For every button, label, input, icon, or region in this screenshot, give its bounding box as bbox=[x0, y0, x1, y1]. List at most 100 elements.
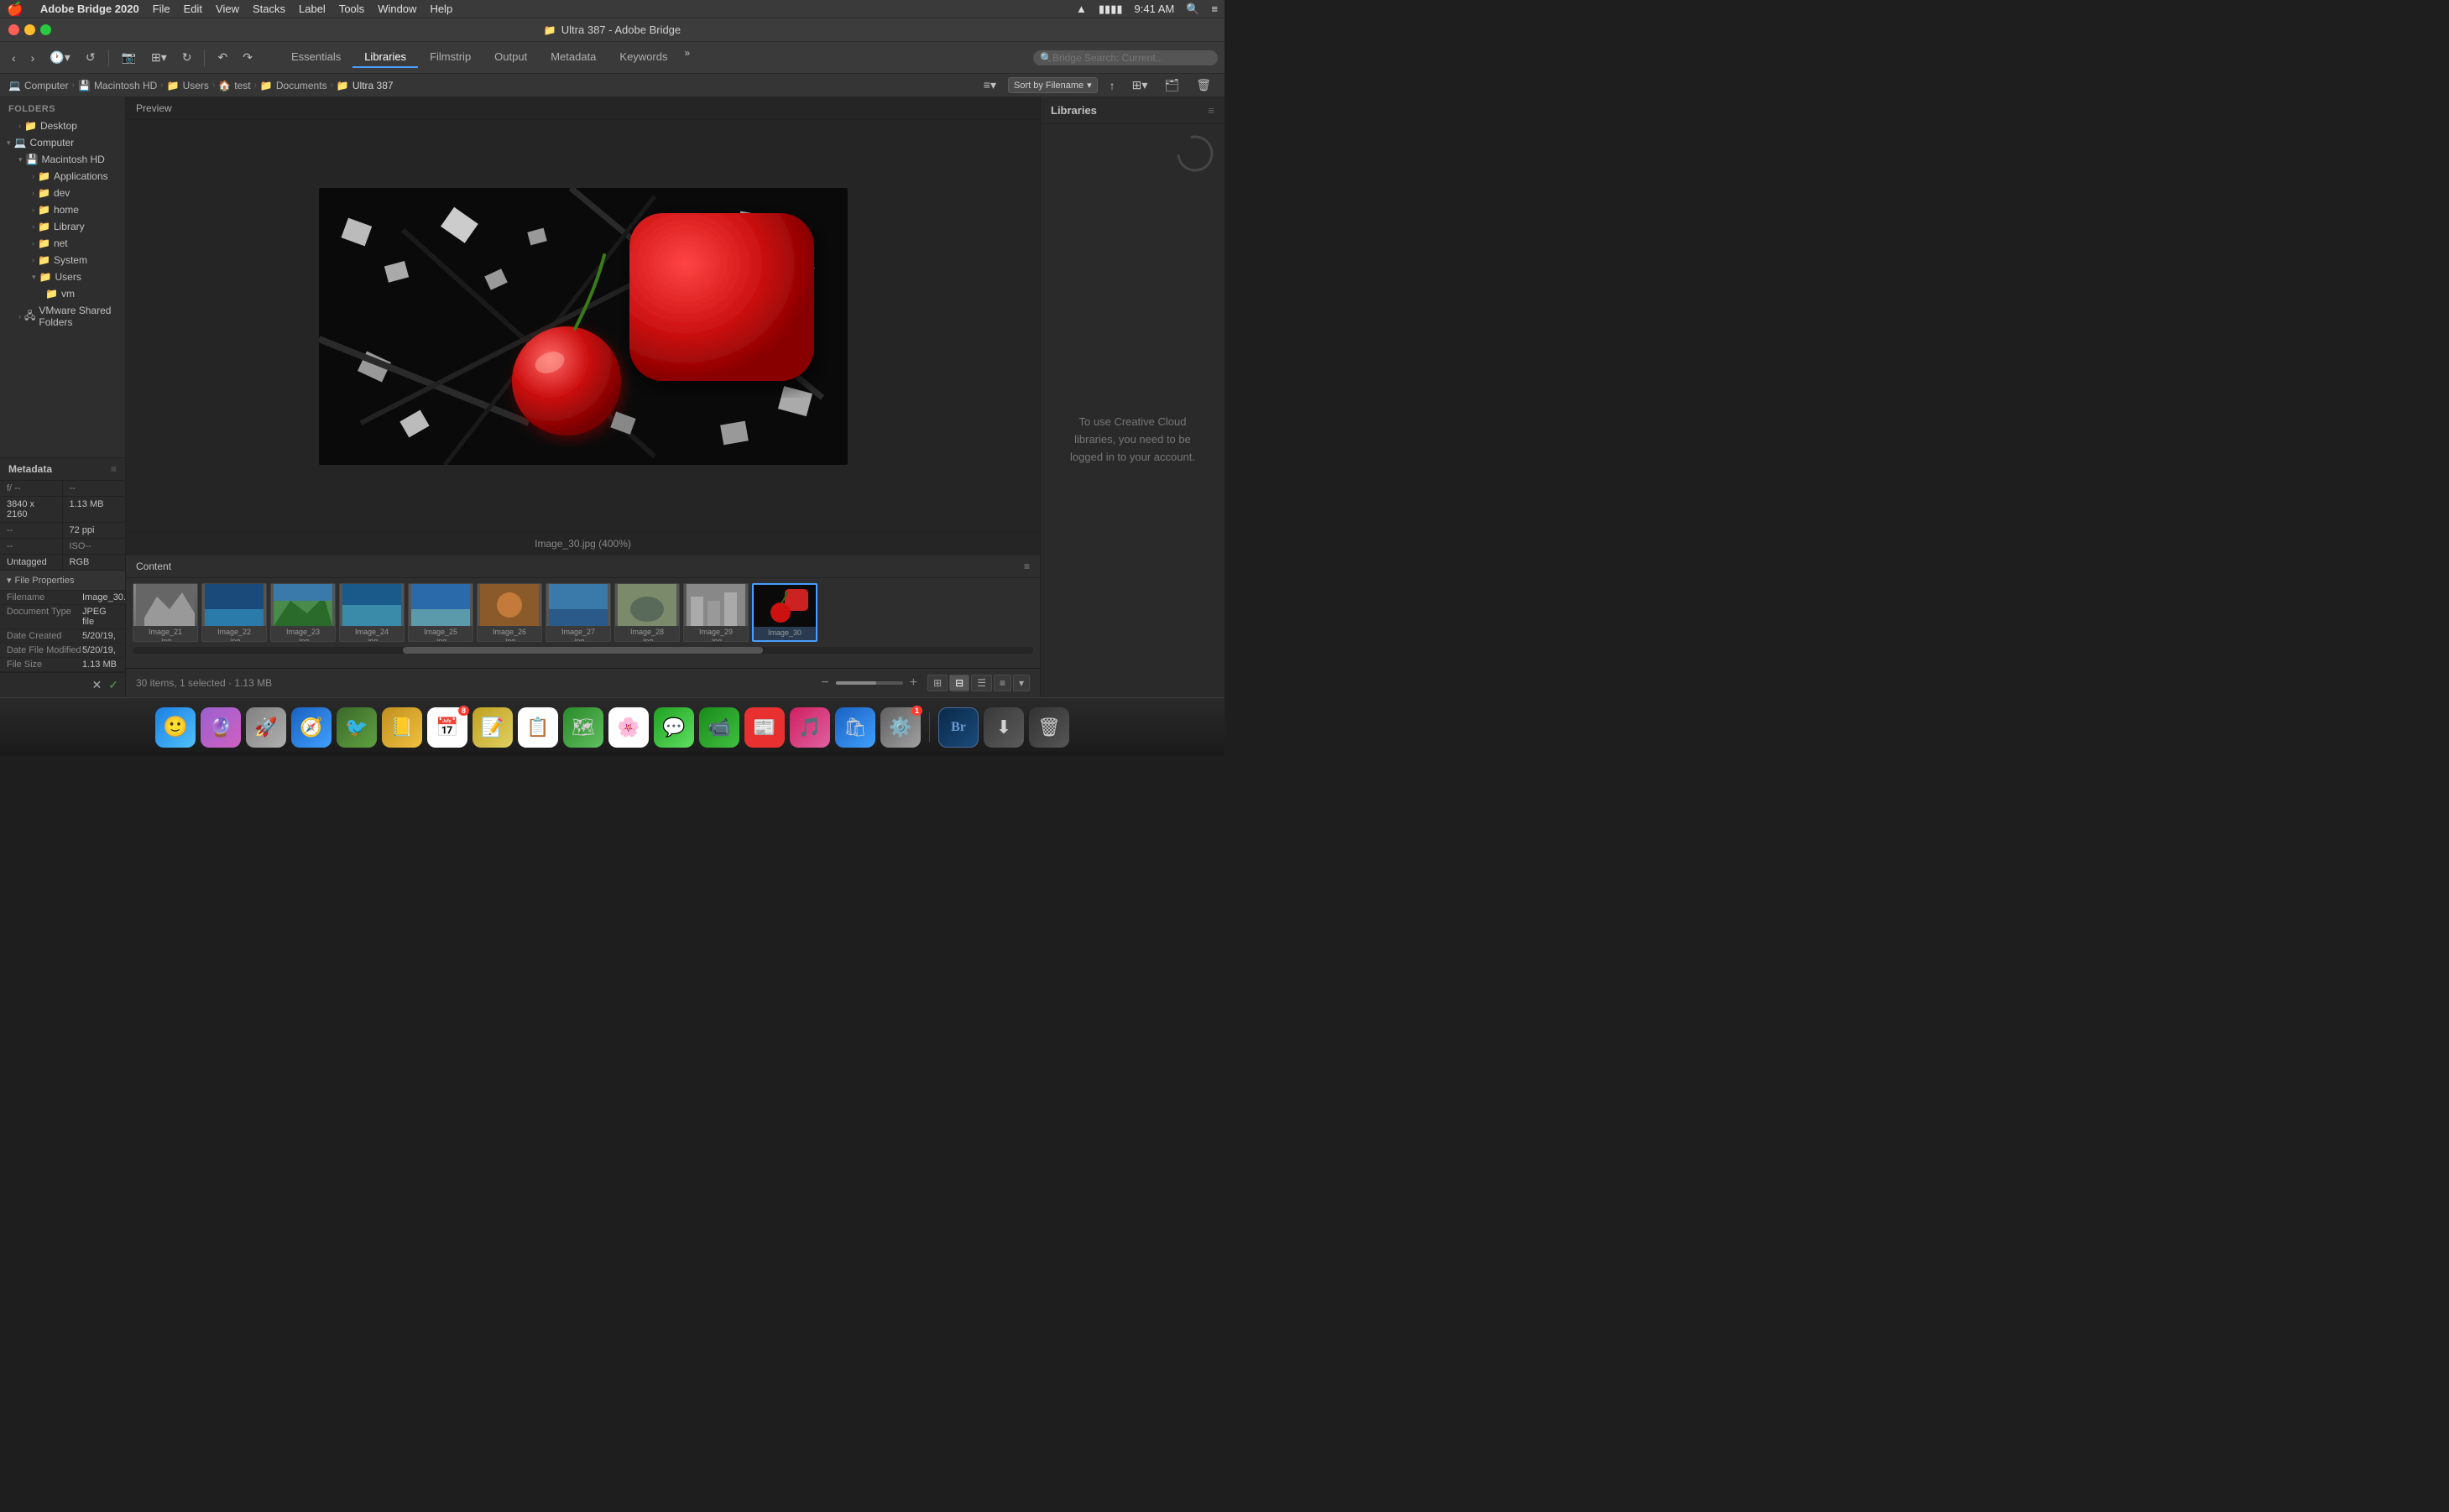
view-grid2-button[interactable]: ⊟ bbox=[949, 675, 969, 691]
sidebar-item-home[interactable]: › 📁 home bbox=[0, 201, 125, 218]
tab-libraries[interactable]: Libraries bbox=[352, 47, 418, 68]
dock-downloads[interactable]: ⬇ bbox=[984, 707, 1024, 748]
delete-button[interactable]: 🗑 bbox=[1191, 76, 1216, 95]
metadata-menu-icon[interactable]: ≡ bbox=[111, 463, 117, 475]
file-properties-header[interactable]: ▾ File Properties bbox=[0, 571, 125, 591]
back-button[interactable]: ‹ bbox=[7, 49, 21, 67]
menu-help[interactable]: Help bbox=[423, 3, 459, 15]
confirm-button[interactable]: ✓ bbox=[108, 678, 118, 692]
dock-music[interactable]: 🎵 bbox=[790, 707, 830, 748]
history-button[interactable]: 🕐▾ bbox=[44, 48, 75, 67]
sidebar-item-users[interactable]: ▾ 📁 Users bbox=[0, 269, 125, 285]
sidebar-item-applications[interactable]: › 📁 Applications bbox=[0, 168, 125, 185]
sidebar-item-desktop[interactable]: › 📁 Desktop bbox=[0, 117, 125, 134]
dock-trash[interactable]: 🗑 bbox=[1029, 707, 1069, 748]
sidebar-item-computer[interactable]: ▾ 💻 Computer bbox=[0, 134, 125, 151]
dock-bridge[interactable]: Br bbox=[938, 707, 979, 748]
thumb-image26[interactable]: Image_26.jpg bbox=[477, 583, 542, 642]
new-folder-button[interactable]: 🗂 bbox=[1159, 76, 1184, 95]
thumb-image29[interactable]: Image_29.jpg bbox=[683, 583, 749, 642]
bc-documents[interactable]: 📁 Documents bbox=[260, 80, 327, 91]
tab-essentials[interactable]: Essentials bbox=[279, 47, 352, 68]
menu-tools[interactable]: Tools bbox=[332, 3, 371, 15]
dock-messages[interactable]: 💬 bbox=[654, 707, 694, 748]
view-more-button[interactable]: ▾ bbox=[1013, 675, 1030, 691]
search-input[interactable] bbox=[1052, 52, 1211, 64]
dock-notes[interactable]: 📝 bbox=[473, 707, 513, 748]
thumb-image27[interactable]: Image_27.jpg bbox=[546, 583, 611, 642]
sidebar-item-net[interactable]: › 📁 net bbox=[0, 235, 125, 252]
view-grid-button[interactable]: ⊞ bbox=[927, 675, 948, 691]
rotate-left-button[interactable]: ↺ bbox=[81, 48, 101, 67]
sidebar-item-library[interactable]: › 📁 Library bbox=[0, 218, 125, 235]
dock-finder[interactable]: 🙂 bbox=[155, 707, 196, 748]
dock-maps[interactable]: 🗺 bbox=[563, 707, 603, 748]
menu-stacks[interactable]: Stacks bbox=[246, 3, 292, 15]
dock-launchpad[interactable]: 🚀 bbox=[246, 707, 286, 748]
dock-appstore[interactable]: 🛍 bbox=[835, 707, 875, 748]
menu-view[interactable]: View bbox=[209, 3, 246, 15]
menu-file[interactable]: File bbox=[146, 3, 177, 15]
zoom-out-button[interactable]: − bbox=[821, 675, 828, 691]
cancel-button[interactable]: ✕ bbox=[92, 678, 102, 692]
sidebar-item-vm[interactable]: 📁 vm bbox=[0, 285, 125, 302]
dock-siri[interactable]: 🔮 bbox=[201, 707, 241, 748]
view-list-button[interactable]: ☰ bbox=[971, 675, 992, 691]
search-bar[interactable]: 🔍 bbox=[1033, 50, 1218, 65]
bc-test[interactable]: 🏠 test bbox=[218, 80, 250, 91]
dock-systemprefs[interactable]: ⚙️ 1 bbox=[880, 707, 921, 748]
tab-filmstrip[interactable]: Filmstrip bbox=[418, 47, 483, 68]
redo-button[interactable]: ↷ bbox=[238, 48, 258, 67]
menu-app[interactable]: Adobe Bridge 2020 bbox=[34, 3, 146, 15]
thumb-image28[interactable]: Image_28.jpg bbox=[614, 583, 680, 642]
tab-output[interactable]: Output bbox=[483, 47, 539, 68]
bc-users[interactable]: 📁 Users bbox=[167, 80, 209, 91]
dock-tweetbot[interactable]: 🐦 bbox=[337, 707, 377, 748]
filter-toggle-button[interactable]: ≡▾ bbox=[979, 76, 1001, 95]
camera-raw-button[interactable]: 📷 bbox=[117, 48, 141, 67]
close-button[interactable] bbox=[8, 24, 19, 35]
menu-edit[interactable]: Edit bbox=[177, 3, 209, 15]
undo-button[interactable]: ↶ bbox=[212, 48, 232, 67]
view-options-button[interactable]: ⊞▾ bbox=[1127, 76, 1153, 95]
search-icon[interactable]: 🔍 bbox=[1186, 3, 1199, 16]
bc-macintosh-hd[interactable]: 💾 Macintosh HD bbox=[78, 80, 157, 91]
menu-window[interactable]: Window bbox=[371, 3, 423, 15]
bc-computer[interactable]: 💻 Computer bbox=[8, 80, 69, 91]
thumb-image21[interactable]: Image_21.jpg bbox=[133, 583, 198, 642]
sidebar-item-vmware[interactable]: › 🖧 VMware Shared Folders bbox=[0, 302, 125, 331]
view-detail-button[interactable]: ≡ bbox=[994, 675, 1011, 691]
sort-dropdown[interactable]: Sort by Filename ▾ bbox=[1008, 77, 1098, 93]
control-center-icon[interactable]: ≡ bbox=[1211, 3, 1218, 15]
dock-reminders[interactable]: 📋 bbox=[518, 707, 558, 748]
sidebar-item-dev[interactable]: › 📁 dev bbox=[0, 185, 125, 201]
thumb-image30[interactable]: Image_30.jpg bbox=[752, 583, 817, 642]
dock-calendar[interactable]: 📅 8 bbox=[427, 707, 467, 748]
sort-direction-button[interactable]: ↑ bbox=[1104, 76, 1120, 95]
dock-contacts[interactable]: 📒 bbox=[382, 707, 422, 748]
sidebar-item-macintosh-hd[interactable]: ▾ 💾 Macintosh HD bbox=[0, 151, 125, 168]
libraries-menu-icon[interactable]: ≡ bbox=[1208, 104, 1214, 117]
forward-button[interactable]: › bbox=[26, 49, 40, 67]
h-scrollbar[interactable] bbox=[133, 647, 1033, 654]
zoom-slider[interactable] bbox=[836, 681, 903, 685]
more-tabs-button[interactable]: » bbox=[679, 47, 695, 68]
zoom-in-button[interactable]: + bbox=[910, 675, 917, 691]
bc-ultra387[interactable]: 📁 Ultra 387 bbox=[337, 80, 394, 91]
sidebar-item-system[interactable]: › 📁 System bbox=[0, 252, 125, 269]
maximize-button[interactable] bbox=[40, 24, 51, 35]
dock-news[interactable]: 📰 bbox=[744, 707, 785, 748]
thumb-image22[interactable]: Image_22.jpg bbox=[201, 583, 267, 642]
thumb-image25[interactable]: Image_25.jpg bbox=[408, 583, 473, 642]
content-menu-button[interactable]: ≡ bbox=[1024, 560, 1030, 572]
dock-photos[interactable]: 🌸 bbox=[608, 707, 649, 748]
tab-keywords[interactable]: Keywords bbox=[608, 47, 679, 68]
thumb-image23[interactable]: Image_23.jpg bbox=[270, 583, 336, 642]
menu-label[interactable]: Label bbox=[292, 3, 332, 15]
dock-safari[interactable]: 🧭 bbox=[291, 707, 332, 748]
tab-metadata[interactable]: Metadata bbox=[539, 47, 608, 68]
minimize-button[interactable] bbox=[24, 24, 35, 35]
dock-facetime[interactable]: 📹 bbox=[699, 707, 739, 748]
apple-menu[interactable]: 🍎 bbox=[7, 1, 23, 18]
refresh-button[interactable]: ↻ bbox=[177, 48, 197, 67]
